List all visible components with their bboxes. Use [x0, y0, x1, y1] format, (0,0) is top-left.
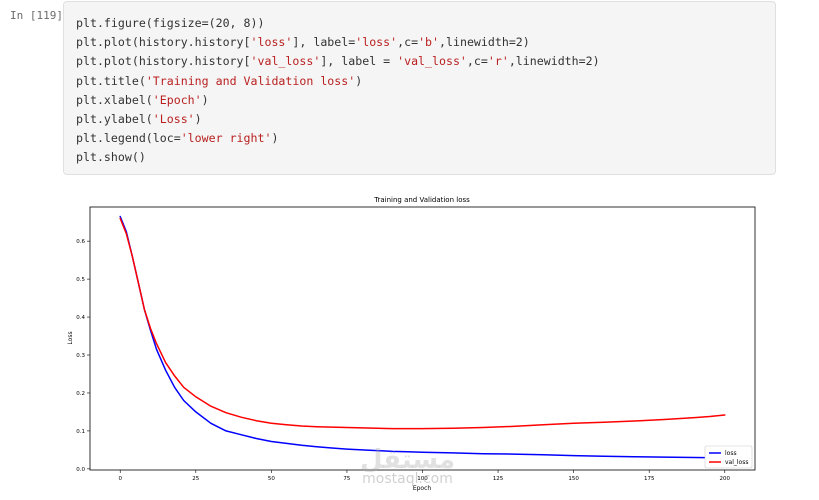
- y-tick-label: 0.0: [76, 467, 85, 473]
- code-token: ): [194, 111, 202, 126]
- legend: loss val_loss: [704, 445, 753, 469]
- code-token: ], label=: [292, 35, 356, 50]
- y-axis-label: Loss: [67, 331, 74, 344]
- chart-title: Training and Validation loss: [373, 196, 470, 204]
- x-tick-label: 200: [720, 476, 731, 482]
- cell-prompt: In [119]:: [10, 9, 70, 22]
- x-tick-label: 0: [118, 476, 122, 482]
- code-token: plt.figure(figsize=(20, 8)): [76, 16, 265, 30]
- y-tick-label: 0.2: [76, 391, 85, 397]
- code-token: ,c=: [397, 35, 419, 50]
- x-tick-label: 50: [268, 476, 275, 482]
- code-line: plt.ylabel('Loss'): [76, 110, 600, 129]
- code-token: ): [355, 73, 363, 88]
- code-token: plt.ylabel(: [76, 111, 153, 126]
- cell-output: 0 25 50 75 100 125 150 175 200 0.0 0.1 0.2 0.3 0.4 0.5…: [62, 192, 762, 492]
- code-token: ,linewidth=2): [439, 35, 530, 50]
- y-tick-label: 0.6: [76, 239, 85, 245]
- x-axis-label: Epoch: [413, 485, 432, 492]
- legend-label-val-loss: val_loss: [725, 459, 748, 466]
- code-token: ): [201, 92, 209, 107]
- code-token: plt.legend(loc=: [76, 131, 181, 146]
- code-token: ): [271, 131, 279, 146]
- x-tick-label: 75: [343, 476, 350, 482]
- code-string-literal: 'loss': [250, 35, 293, 50]
- code-token: plt.xlabel(: [76, 92, 153, 107]
- code-string-literal: 'b': [418, 35, 440, 50]
- code-token: plt.title(: [76, 73, 146, 88]
- code-token: plt.plot(history.history[: [76, 54, 251, 69]
- x-tick-label: 125: [493, 476, 504, 482]
- code-string-literal: 'loss': [355, 35, 398, 50]
- code-string-literal: 'Epoch': [152, 92, 202, 107]
- code-token: ], label =: [320, 54, 398, 69]
- code-string-literal: 'lower right': [180, 131, 272, 146]
- code-token: ,linewidth=2): [508, 54, 600, 69]
- y-tick-label: 0.1: [76, 429, 85, 435]
- code-line: plt.figure(figsize=(20, 8)): [76, 14, 600, 33]
- x-tick-label: 100: [417, 476, 428, 482]
- legend-label-loss: loss: [725, 450, 737, 457]
- x-tick-label: 175: [644, 476, 655, 482]
- code-line: plt.title('Training and Validation loss'…: [76, 72, 600, 91]
- code-token: ,c=: [466, 54, 488, 69]
- x-tick-label: 150: [568, 476, 579, 482]
- code-string-literal: 'val_loss': [397, 54, 467, 69]
- y-tick-label: 0.4: [76, 315, 85, 321]
- code-cell[interactable]: plt.figure(figsize=(20, 8)) plt.plot(hist…: [63, 1, 776, 175]
- code-line: plt.plot(history.history['val_loss'], la…: [76, 52, 600, 71]
- code-line: plt.show(): [76, 148, 600, 167]
- code-string-literal: 'val_loss': [250, 54, 321, 69]
- code-token: plt.show(): [76, 150, 146, 165]
- code-line: plt.legend(loc='lower right'): [76, 129, 600, 148]
- code-editor[interactable]: plt.figure(figsize=(20, 8)) plt.plot(hist…: [76, 14, 600, 168]
- y-tick-label: 0.5: [76, 277, 85, 283]
- code-line: plt.plot(history.history['loss'], label=…: [76, 33, 600, 52]
- code-string-literal: 'r': [487, 54, 509, 69]
- code-line: plt.xlabel('Epoch'): [76, 91, 600, 110]
- x-tick-label: 25: [192, 476, 199, 482]
- code-string-literal: 'Training and Validation loss': [145, 73, 356, 88]
- plot-area: [89, 206, 756, 471]
- code-token: plt.plot(history.history[: [76, 35, 251, 50]
- y-tick-label: 0.3: [76, 353, 85, 359]
- code-string-literal: 'Loss': [152, 111, 195, 126]
- loss-chart: 0 25 50 75 100 125 150 175 200 0.0 0.1 0.2 0.3 0.4 0.5…: [67, 196, 756, 492]
